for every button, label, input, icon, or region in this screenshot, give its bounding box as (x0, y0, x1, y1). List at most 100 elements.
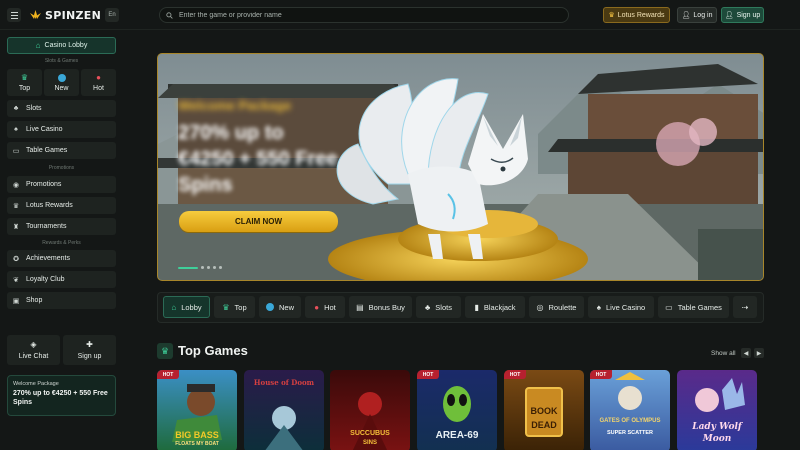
game-subtitle: SINS (362, 440, 377, 446)
quick-top[interactable]: ♛ Top (7, 69, 42, 96)
brand-logo[interactable]: SPINZEN (29, 8, 101, 22)
top-games-title: Top Games (178, 343, 248, 358)
sidebar-item-label: Lotus Rewards (26, 202, 73, 209)
tab-label: Lobby (181, 302, 202, 312)
tab-top[interactable]: ♛ Top (214, 296, 255, 318)
carousel-dot-active[interactable] (178, 266, 198, 269)
live-chat-label: Live Chat (18, 353, 49, 360)
support-row: ◈ Live Chat ✚ Sign up (7, 335, 116, 365)
quick-hot-label: Hot (93, 85, 104, 92)
game-title: House of Doom (253, 378, 315, 387)
game-subtitle: DEAD (531, 420, 557, 430)
section-label-promotions: Promotions (48, 165, 75, 171)
game-card-house-of-doom[interactable]: House of Doom (244, 370, 324, 450)
quick-top-label: Top (18, 85, 31, 92)
arrow-right-icon: ⇢ (741, 302, 749, 312)
menu-icon[interactable] (7, 8, 21, 22)
sidebar-item-slots[interactable]: ♣ Slots (7, 100, 116, 117)
hot-badge: HOT (157, 370, 179, 379)
promotions-icon: ◉ (12, 181, 20, 189)
quick-new[interactable]: New (44, 69, 79, 96)
tab-new[interactable]: New (259, 296, 301, 318)
quick-filters: ♛ Top New ● Hot (7, 69, 116, 96)
carousel-dot[interactable] (201, 266, 204, 269)
game-card-area-69[interactable]: HOT AREA-69 (417, 370, 497, 450)
sidebar-item-loyalty-club[interactable]: ❦ Loyalty Club (7, 271, 116, 288)
section-label-slots-games: Slots & Games (44, 58, 79, 64)
carousel-dot[interactable] (219, 266, 222, 269)
loyalty-icon: ❦ (13, 276, 19, 284)
sidebar-item-promotions[interactable]: ◉ Promotions (7, 176, 116, 193)
carousel-dot[interactable] (207, 266, 210, 269)
signup-button[interactable]: 👤︎ Sign up (721, 7, 764, 23)
lobby-icon: ⌂ (171, 302, 177, 312)
lotus-rewards-button[interactable]: ♛ Lotus Rewards (603, 7, 670, 23)
tab-bonus-buy[interactable]: ▤ Bonus Buy (349, 296, 412, 318)
casino-lobby-button[interactable]: ⌂ Casino Lobby (7, 37, 116, 54)
sidebar: ⌂ Casino Lobby Slots & Games ♛ Top New ●… (0, 30, 124, 450)
sidebar-item-label: Promotions (26, 181, 62, 188)
tabs-scroll-right-button[interactable]: ⇢ (733, 296, 757, 318)
crown-icon: ♛ (12, 202, 20, 210)
welcome-package-card[interactable]: Welcome Package 270% up to €4250 + 550 F… (7, 375, 116, 416)
claim-now-button[interactable]: CLAIM NOW (179, 211, 338, 232)
sidebar-item-table-games[interactable]: ▭ Table Games (7, 142, 116, 159)
carousel-dots[interactable] (178, 266, 222, 269)
sidebar-item-live-casino[interactable]: ♠ Live Casino (7, 121, 116, 138)
tab-label: Slots (435, 302, 452, 312)
language-selector[interactable]: En (105, 8, 119, 22)
crown-icon: ♛ (157, 343, 173, 359)
sidebar-item-lotus-rewards[interactable]: ♛ Lotus Rewards (7, 197, 116, 214)
live-chat-button[interactable]: ◈ Live Chat (7, 335, 60, 365)
live-casino-icon: ♠ (14, 126, 18, 133)
tab-label: Top (234, 302, 247, 312)
show-all-link[interactable]: Show all (711, 350, 736, 357)
tab-slots[interactable]: ♣ Slots (416, 296, 461, 318)
user-icon: 👤︎ (681, 12, 691, 19)
roulette-icon: ◎ (536, 302, 544, 312)
quick-hot[interactable]: ● Hot (81, 69, 116, 96)
search-icon (166, 11, 173, 19)
hot-badge: HOT (590, 370, 612, 379)
tab-roulette[interactable]: ◎ Roulette (529, 296, 584, 318)
game-title: SUCCUBUS (350, 430, 390, 437)
tab-lobby[interactable]: ⌂ Lobby (163, 296, 210, 318)
tab-label: Table Games (677, 302, 722, 312)
hero-banner[interactable]: Welcome Package 270% up to €4250 + 550 F… (157, 53, 764, 281)
trophy-icon: ♜ (12, 223, 20, 231)
tab-hot[interactable]: ● Hot (305, 296, 345, 318)
sidebar-item-achievements[interactable]: ✪ Achievements (7, 250, 116, 267)
tab-table-games[interactable]: ▭ Table Games (658, 296, 729, 318)
sidebar-item-tournaments[interactable]: ♜ Tournaments (7, 218, 116, 235)
search-bar[interactable] (159, 7, 569, 23)
add-user-icon: ✚ (86, 340, 93, 349)
game-card-big-bass[interactable]: HOT BIG BASS FLOATS MY BOAT (157, 370, 237, 450)
slots-icon: ♣ (13, 105, 19, 112)
game-card-succubus-sins[interactable]: SUCCUBUS SINS (330, 370, 410, 450)
tab-blackjack[interactable]: ▮ Blackjack (465, 296, 525, 318)
hot-badge: HOT (504, 370, 526, 379)
tab-label: Roulette (548, 302, 577, 312)
blackjack-icon: ▮ (474, 302, 479, 312)
search-input[interactable] (179, 11, 559, 19)
sidebar-item-shop[interactable]: ▣ Shop (7, 292, 116, 309)
login-label: Log in (693, 11, 713, 19)
welcome-package-title: Welcome Package (13, 381, 59, 387)
banner-headline: 270% up to €4250 + 550 Free Spins (178, 122, 338, 196)
carousel-dot[interactable] (213, 266, 216, 269)
game-card-book-of-dead[interactable]: HOT BOOK DEAD (504, 370, 584, 450)
tab-label: Hot (324, 302, 336, 312)
login-button[interactable]: 👤︎ Log in (677, 7, 717, 23)
sidebar-item-label: Loyalty Club (26, 276, 65, 283)
lotus-logo-icon (30, 10, 41, 19)
chevron-right-icon[interactable]: ▶ (754, 348, 764, 358)
banner-subtitle: Welcome Package (178, 98, 292, 113)
tab-live-casino[interactable]: ♠ Live Casino (588, 296, 654, 318)
tab-label: Live Casino (606, 302, 646, 312)
sidebar-signup-button[interactable]: ✚ Sign up (63, 335, 116, 365)
game-card-gates-of-olympus[interactable]: HOT GATES OF OLYMPUS SUPER SCATTER (590, 370, 670, 450)
game-card-lady-wolf-moon[interactable]: Lady Wolf Moon (677, 370, 757, 450)
fire-icon: ● (314, 302, 320, 312)
crown-icon: ♛ (20, 73, 29, 82)
chevron-left-icon[interactable]: ◀ (741, 348, 751, 358)
